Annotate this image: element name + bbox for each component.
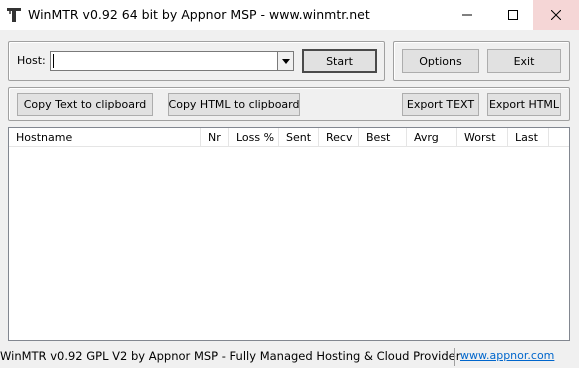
column-header-avrg[interactable]: Avrg — [407, 128, 457, 147]
exit-button[interactable]: Exit — [487, 49, 561, 73]
column-header-nr[interactable]: Nr — [201, 128, 229, 147]
host-dropdown-button[interactable] — [277, 52, 293, 70]
column-header-worst[interactable]: Worst — [457, 128, 508, 147]
app-icon — [7, 8, 21, 22]
close-button[interactable] — [533, 0, 579, 30]
column-header-sent[interactable]: Sent — [279, 128, 319, 147]
table-header: Hostname Nr Loss % Sent Recv Best Avrg W… — [9, 128, 569, 147]
close-icon — [551, 10, 561, 20]
status-text: WinMTR v0.92 GPL V2 by Appnor MSP - Full… — [0, 349, 461, 363]
column-header-loss[interactable]: Loss % — [229, 128, 279, 147]
host-input[interactable] — [53, 53, 273, 69]
column-header-best[interactable]: Best — [359, 128, 407, 147]
start-button[interactable]: Start — [302, 49, 377, 73]
results-table[interactable]: Hostname Nr Loss % Sent Recv Best Avrg W… — [8, 127, 570, 341]
export-html-button[interactable]: Export HTML — [487, 93, 561, 116]
copy-text-button[interactable]: Copy Text to clipboard — [17, 93, 153, 116]
column-header-last[interactable]: Last — [508, 128, 549, 147]
title-bar[interactable]: WinMTR v0.92 64 bit by Appnor MSP - www.… — [0, 0, 579, 30]
column-header-recv[interactable]: Recv — [319, 128, 359, 147]
minimize-icon — [462, 14, 472, 16]
maximize-button[interactable] — [490, 0, 536, 30]
copy-html-button[interactable]: Copy HTML to clipboard — [168, 93, 300, 116]
text-caret — [53, 54, 54, 68]
export-text-button[interactable]: Export TEXT — [402, 93, 479, 116]
status-bar: WinMTR v0.92 GPL V2 by Appnor MSP - Full… — [0, 346, 579, 368]
dropdown-arrow-icon — [281, 58, 290, 64]
status-separator — [454, 348, 455, 366]
options-button[interactable]: Options — [402, 49, 479, 73]
appnor-link[interactable]: www.appnor.com — [460, 349, 554, 362]
host-label: Host: — [17, 54, 46, 67]
column-header-hostname[interactable]: Hostname — [9, 128, 201, 147]
minimize-button[interactable] — [444, 0, 490, 30]
host-combobox[interactable] — [50, 51, 294, 71]
maximize-icon — [508, 10, 518, 20]
window-title: WinMTR v0.92 64 bit by Appnor MSP - www.… — [28, 7, 370, 22]
